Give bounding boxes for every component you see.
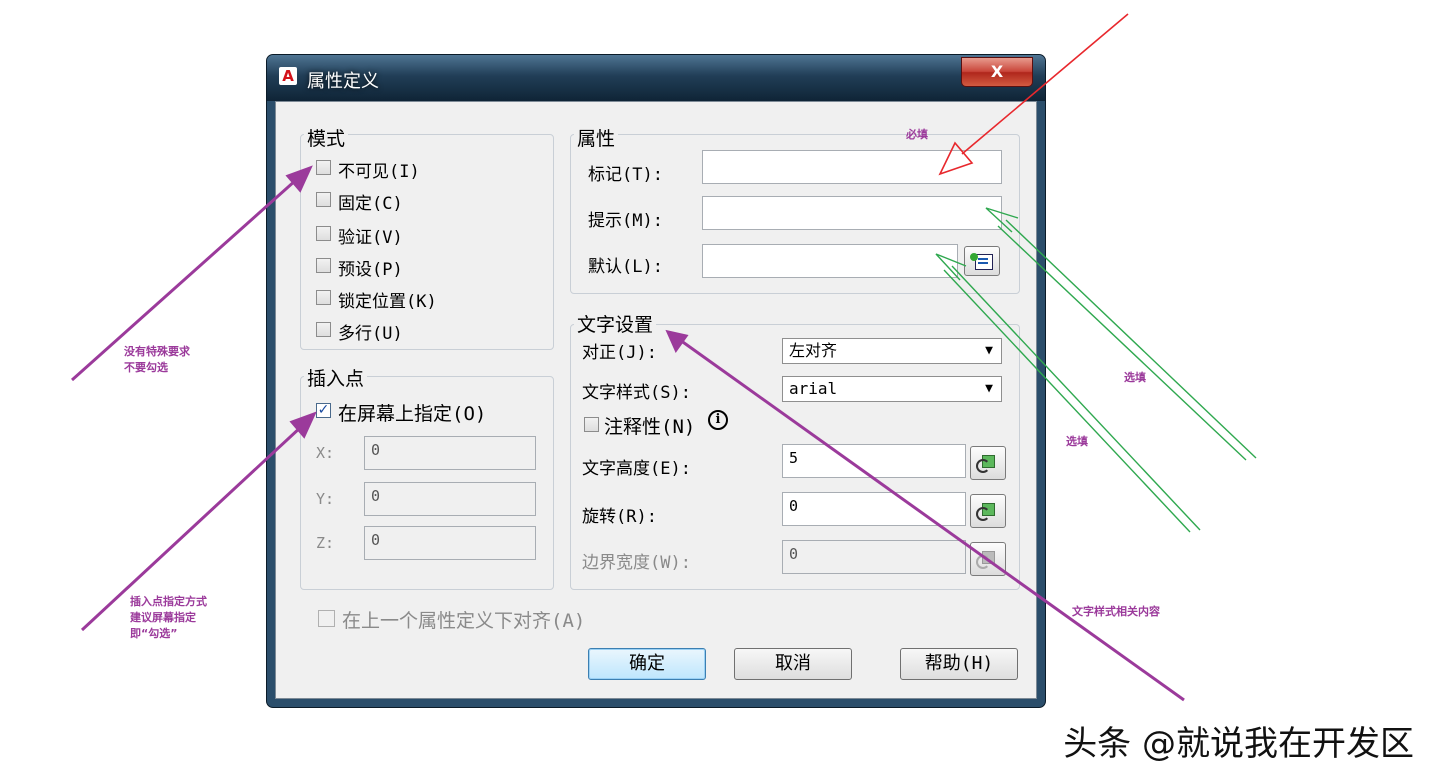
- pick-cursor-icon: [976, 555, 990, 569]
- justify-label: 对正(J):: [582, 343, 657, 363]
- required-note: 必填: [906, 128, 928, 141]
- insert-point-note: 插入点指定方式 建议屏幕指定 即“勾选”: [130, 595, 207, 640]
- verify-checkbox[interactable]: [316, 226, 331, 241]
- preset-label: 预设(P): [338, 260, 403, 280]
- attribute-legend: 属性: [574, 124, 619, 151]
- attribute-definition-dialog: A 属性定义 X 模式 不可见(I) 固定(C) 验证(V) 预设(P) 锁定位…: [266, 54, 1046, 708]
- optional-note-1: 选填: [1124, 371, 1146, 384]
- x-label: X:: [316, 444, 335, 462]
- close-button[interactable]: X: [961, 57, 1033, 87]
- pick-boundary-button[interactable]: [970, 542, 1006, 576]
- chevron-down-icon: ▼: [985, 343, 993, 358]
- pick-cursor-icon: [976, 459, 990, 473]
- boundary-width-label: 边界宽度(W):: [582, 553, 691, 573]
- text-height-input[interactable]: 5: [782, 444, 966, 478]
- lock-position-checkbox[interactable]: [316, 290, 331, 305]
- invisible-checkbox[interactable]: [316, 160, 331, 175]
- cancel-button[interactable]: 取消: [734, 648, 852, 680]
- pick-cursor-icon: [976, 507, 990, 521]
- lock-position-label: 锁定位置(K): [338, 292, 437, 312]
- rotation-label: 旋转(R):: [582, 507, 657, 527]
- chevron-down-icon: ▼: [985, 381, 993, 396]
- info-icon[interactable]: i: [708, 410, 728, 430]
- preset-checkbox[interactable]: [316, 258, 331, 273]
- title-bar[interactable]: A 属性定义 X: [267, 55, 1045, 101]
- mode-legend: 模式: [304, 124, 349, 151]
- z-label: Z:: [316, 534, 335, 552]
- constant-checkbox[interactable]: [316, 192, 331, 207]
- x-input[interactable]: 0: [364, 436, 536, 470]
- dialog-client-area: 模式 不可见(I) 固定(C) 验证(V) 预设(P) 锁定位置(K) 多行(U…: [275, 101, 1037, 699]
- dialog-title: 属性定义: [307, 71, 379, 92]
- annotative-label: 注释性(N): [604, 416, 696, 438]
- verify-label: 验证(V): [338, 228, 403, 248]
- help-button[interactable]: 帮助(H): [900, 648, 1018, 680]
- insertion-point-legend: 插入点: [304, 364, 368, 391]
- constant-label: 固定(C): [338, 194, 403, 214]
- tag-input[interactable]: [702, 150, 1002, 184]
- prompt-label: 提示(M):: [588, 211, 663, 231]
- optional-note-2: 选填: [1066, 435, 1088, 448]
- annotative-checkbox[interactable]: [584, 417, 599, 432]
- invisible-label: 不可见(I): [338, 162, 420, 182]
- rotation-input[interactable]: 0: [782, 492, 966, 526]
- justify-value: 左对齐: [789, 341, 838, 360]
- text-style-value: arial: [789, 379, 838, 398]
- default-label: 默认(L):: [588, 257, 663, 277]
- autocad-app-icon: A: [279, 67, 297, 85]
- prompt-input[interactable]: [702, 196, 1002, 230]
- align-below-checkbox[interactable]: [318, 610, 335, 627]
- insert-field-button[interactable]: [964, 246, 1000, 276]
- insert-dot-icon: [970, 253, 978, 261]
- text-style-note: 文字样式相关内容: [1072, 605, 1160, 618]
- y-label: Y:: [316, 490, 335, 508]
- y-input[interactable]: 0: [364, 482, 536, 516]
- text-style-label: 文字样式(S):: [582, 383, 691, 403]
- specify-on-screen-checkbox[interactable]: ✓: [316, 403, 331, 418]
- tag-label: 标记(T):: [588, 165, 663, 185]
- pick-height-button[interactable]: [970, 446, 1006, 480]
- boundary-width-input[interactable]: 0: [782, 540, 966, 574]
- watermark: 头条 @就说我在开发区: [1063, 724, 1414, 764]
- text-height-label: 文字高度(E):: [582, 459, 691, 479]
- z-input[interactable]: 0: [364, 526, 536, 560]
- justify-select[interactable]: 左对齐 ▼: [782, 338, 1002, 364]
- text-style-select[interactable]: arial ▼: [782, 376, 1002, 402]
- align-below-label: 在上一个属性定义下对齐(A): [342, 610, 586, 632]
- mode-note: 没有特殊要求 不要勾选: [124, 345, 190, 374]
- ok-button[interactable]: 确定: [588, 648, 706, 680]
- specify-on-screen-label: 在屏幕上指定(O): [338, 403, 487, 425]
- multiline-checkbox[interactable]: [316, 322, 331, 337]
- pick-rotation-button[interactable]: [970, 494, 1006, 528]
- text-settings-legend: 文字设置: [574, 310, 657, 337]
- default-input[interactable]: [702, 244, 958, 278]
- multiline-label: 多行(U): [338, 324, 403, 344]
